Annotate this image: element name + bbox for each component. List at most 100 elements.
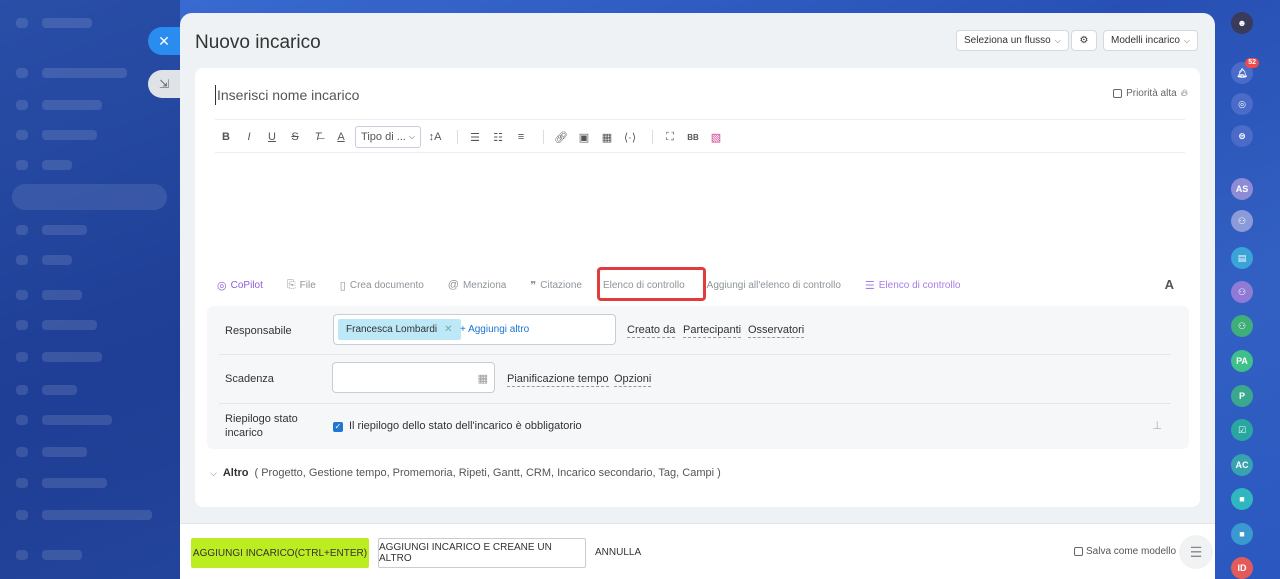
settings-button[interactable]: ⚙: [1071, 30, 1097, 51]
bg-menu-text: [42, 160, 72, 170]
bg-menu-text: [42, 352, 102, 362]
video-icon[interactable]: ■: [1231, 488, 1253, 510]
at-icon: @: [447, 279, 459, 291]
strikethrough-icon[interactable]: S: [286, 126, 304, 148]
bg-menu-text: [42, 290, 82, 300]
table-icon[interactable]: ▦: [598, 126, 616, 148]
bold-icon[interactable]: B: [217, 126, 235, 148]
mention-label: Menziona: [462, 279, 507, 291]
numbered-list-icon[interactable]: ☰: [466, 126, 484, 148]
image-icon[interactable]: ▣: [575, 126, 593, 148]
bullet-list-icon[interactable]: ☷: [489, 126, 507, 148]
close-button[interactable]: ✕: [148, 27, 180, 55]
bg-menu-icon: [16, 447, 28, 457]
text-color-icon[interactable]: A: [332, 126, 350, 148]
participants-link[interactable]: Partecipanti: [683, 324, 742, 338]
rail-avatar-id[interactable]: ID: [1231, 557, 1253, 579]
ai-image-icon[interactable]: ▧: [707, 126, 725, 148]
link-icon[interactable]: 🔗︎: [552, 126, 570, 148]
create-document-button[interactable]: ▯ Crea documento: [340, 279, 424, 292]
bg-menu-icon: [16, 225, 28, 235]
quote-button[interactable]: ❞ Citazione: [530, 279, 582, 292]
italic-icon[interactable]: I: [240, 126, 258, 148]
font-type-select[interactable]: Tipo di ... ⌵: [355, 126, 421, 148]
bg-menu-text: [42, 130, 97, 140]
underline-icon[interactable]: U: [263, 126, 281, 148]
bg-menu-icon: [16, 478, 28, 488]
created-by-link[interactable]: Creato da: [627, 324, 676, 338]
rail-avatar-pa[interactable]: PA: [1231, 350, 1253, 372]
add-to-checklist-button[interactable]: Aggiungi all'elenco di controllo: [707, 280, 841, 291]
flow-select-button[interactable]: Seleziona un flusso ⌵: [956, 30, 1069, 51]
toolbar-separator: [457, 130, 458, 144]
copilot-icon[interactable]: ◎: [1231, 93, 1253, 115]
responsible-chip[interactable]: Francesca Lombardi ✕: [338, 319, 461, 340]
copilot-button[interactable]: ◎ CoPilot: [217, 279, 263, 292]
fullscreen-icon[interactable]: ⛶: [661, 126, 679, 148]
minimize-button[interactable]: ⇲: [148, 70, 180, 98]
rail-avatar-p[interactable]: P: [1231, 385, 1253, 407]
group-icon[interactable]: ⚇: [1231, 281, 1253, 303]
font-type-label: Tipo di ...: [361, 131, 406, 143]
checklist-alt-button[interactable]: ☰ Elenco di controllo: [865, 279, 961, 292]
toolbar-separator: [652, 130, 653, 144]
file-label: File: [299, 279, 316, 291]
minimize-icon: ⇲: [158, 77, 170, 91]
add-more-link[interactable]: + Aggiungi altro: [460, 324, 529, 335]
align-icon[interactable]: ≡: [512, 126, 530, 148]
save-as-template-toggle[interactable]: Salva come modello: [1074, 546, 1176, 557]
deadline-input[interactable]: ▦: [332, 362, 495, 393]
mention-button[interactable]: @ Menziona: [448, 279, 507, 291]
priority-checkbox[interactable]: [1113, 89, 1123, 98]
font-toggle-icon[interactable]: A: [1165, 277, 1174, 292]
task-form-card: Priorità alta 🔥︎ B I U S T̶ A Tipo di ..…: [195, 68, 1200, 507]
priority-toggle[interactable]: Priorità alta 🔥︎: [1113, 88, 1188, 99]
bg-menu-text: [42, 225, 87, 235]
menu-button[interactable]: ☰: [1179, 535, 1213, 569]
code-icon[interactable]: ⟨·⟩: [621, 126, 639, 148]
group-icon[interactable]: ⚇: [1231, 315, 1253, 337]
tasks-icon[interactable]: ☑: [1231, 419, 1253, 441]
gear-icon: ⚙: [1079, 35, 1089, 46]
summary-required-checkbox[interactable]: ✓: [333, 422, 343, 432]
responsible-field[interactable]: Francesca Lombardi ✕ + Aggiungi altro: [333, 314, 616, 345]
save-as-template-checkbox[interactable]: [1074, 547, 1083, 556]
search-chat-icon[interactable]: ⊜: [1231, 125, 1253, 147]
deadline-row: Scadenza ▦ Pianificazione tempo Opzioni: [207, 354, 1189, 403]
options-link[interactable]: Opzioni: [614, 373, 652, 387]
add-task-button[interactable]: AGGIUNGI INCARICO(CTRL+ENTER): [191, 538, 369, 568]
group-icon[interactable]: ⚇: [1231, 210, 1253, 232]
add-and-create-another-button[interactable]: AGGIUNGI INCARICO E CREANE UN ALTRO: [378, 538, 586, 568]
calendar-icon[interactable]: ▦: [478, 372, 488, 385]
remove-icon[interactable]: ✕: [444, 324, 452, 335]
rail-avatar-as[interactable]: AS: [1231, 178, 1253, 200]
new-task-panel: Nuovo incarico Seleziona un flusso ⌵ ⚙ M…: [180, 13, 1215, 579]
flame-icon: 🔥︎: [1180, 88, 1188, 99]
bbcode-icon[interactable]: BB: [684, 126, 702, 148]
observers-link[interactable]: Osservatori: [748, 324, 805, 338]
templates-button[interactable]: Modelli incarico ⌵: [1103, 30, 1198, 51]
user-avatar[interactable]: ☻: [1231, 12, 1253, 34]
quote-icon: ❞: [530, 279, 537, 292]
task-name-input[interactable]: [215, 85, 815, 105]
responsible-row: Responsabile Francesca Lombardi ✕ + Aggi…: [207, 306, 1189, 354]
paperclip-icon: ⎘: [286, 278, 296, 291]
bg-menu-icon: [16, 160, 28, 170]
bg-menu-icon: [16, 415, 28, 425]
bell-icon[interactable]: 🔔︎ 52: [1231, 58, 1259, 84]
priority-label: Priorità alta: [1126, 88, 1177, 99]
rail-avatar-ac[interactable]: AC: [1231, 454, 1253, 476]
bg-menu-text: [42, 100, 102, 110]
bg-menu-text: [42, 447, 87, 457]
document-icon: ▯: [339, 279, 346, 292]
time-planning-link[interactable]: Pianificazione tempo: [507, 373, 609, 387]
video-icon[interactable]: ■: [1231, 523, 1253, 545]
divider: [215, 119, 1185, 120]
cancel-button[interactable]: ANNULLA: [595, 547, 641, 558]
pin-icon[interactable]: ⊥: [1152, 419, 1162, 432]
more-options-toggle[interactable]: ⌵ Altro ( Progetto, Gestione tempo, Prom…: [210, 467, 721, 479]
clear-format-icon[interactable]: T̶: [309, 126, 327, 148]
chat-icon[interactable]: ▤: [1231, 247, 1253, 269]
font-size-icon[interactable]: ↕A: [426, 126, 444, 148]
file-button[interactable]: ⎘ File: [287, 279, 316, 292]
